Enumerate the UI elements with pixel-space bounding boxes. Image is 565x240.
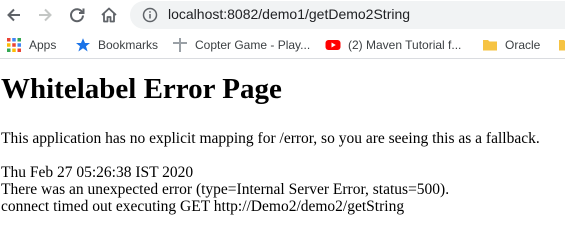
info-icon[interactable]	[142, 7, 158, 23]
error-timestamp: Thu Feb 27 05:26:38 IST 2020	[1, 164, 194, 181]
bookmark-label: Bookmarks	[98, 38, 159, 52]
bookmarks-bar: Apps Bookmarks Copter Game - Play... (2)…	[0, 31, 565, 59]
apps-grid-icon	[7, 38, 21, 52]
bookmark-label: Apps	[29, 38, 57, 52]
home-icon	[101, 7, 117, 23]
bookmark-folder[interactable]	[558, 34, 565, 56]
address-bar[interactable]: localhost:8082/demo1/getDemo2String	[130, 1, 565, 29]
bookmark-label: (2) Maven Tutorial f...	[348, 38, 462, 52]
bookmark-copter-game[interactable]: Copter Game - Play...	[172, 34, 310, 56]
error-explanation: This application has no explicit mapping…	[1, 130, 540, 147]
back-arrow-icon	[7, 8, 20, 22]
error-type-line: There was an unexpected error (type=Inte…	[1, 181, 450, 198]
browser-toolbar: localhost:8082/demo1/getDemo2String	[0, 0, 565, 30]
forward-arrow-icon	[39, 8, 52, 22]
home-button[interactable]	[97, 3, 121, 27]
error-message: connect timed out executing GET http://D…	[1, 198, 405, 215]
bookmark-label: Oracle	[505, 38, 541, 52]
url-text[interactable]: localhost:8082/demo1/getDemo2String	[168, 6, 410, 22]
bookmark-maven-tutorial[interactable]: (2) Maven Tutorial f...	[325, 34, 461, 56]
reload-icon	[70, 8, 85, 23]
bookmark-oracle[interactable]: Oracle	[482, 34, 540, 56]
bookmark-apps[interactable]: Apps	[6, 34, 56, 56]
forward-button[interactable]	[33, 3, 57, 27]
folder-icon	[559, 40, 565, 51]
star-icon	[76, 38, 90, 52]
youtube-icon	[325, 40, 341, 50]
bookmark-bookmarks[interactable]: Bookmarks	[75, 34, 158, 56]
folder-icon	[483, 40, 497, 51]
reload-button[interactable]	[65, 3, 89, 27]
page-title: Whitelabel Error Page	[1, 73, 282, 105]
back-button[interactable]	[2, 3, 26, 27]
page-icon	[173, 38, 187, 52]
bookmark-label: Copter Game - Play...	[195, 38, 311, 52]
